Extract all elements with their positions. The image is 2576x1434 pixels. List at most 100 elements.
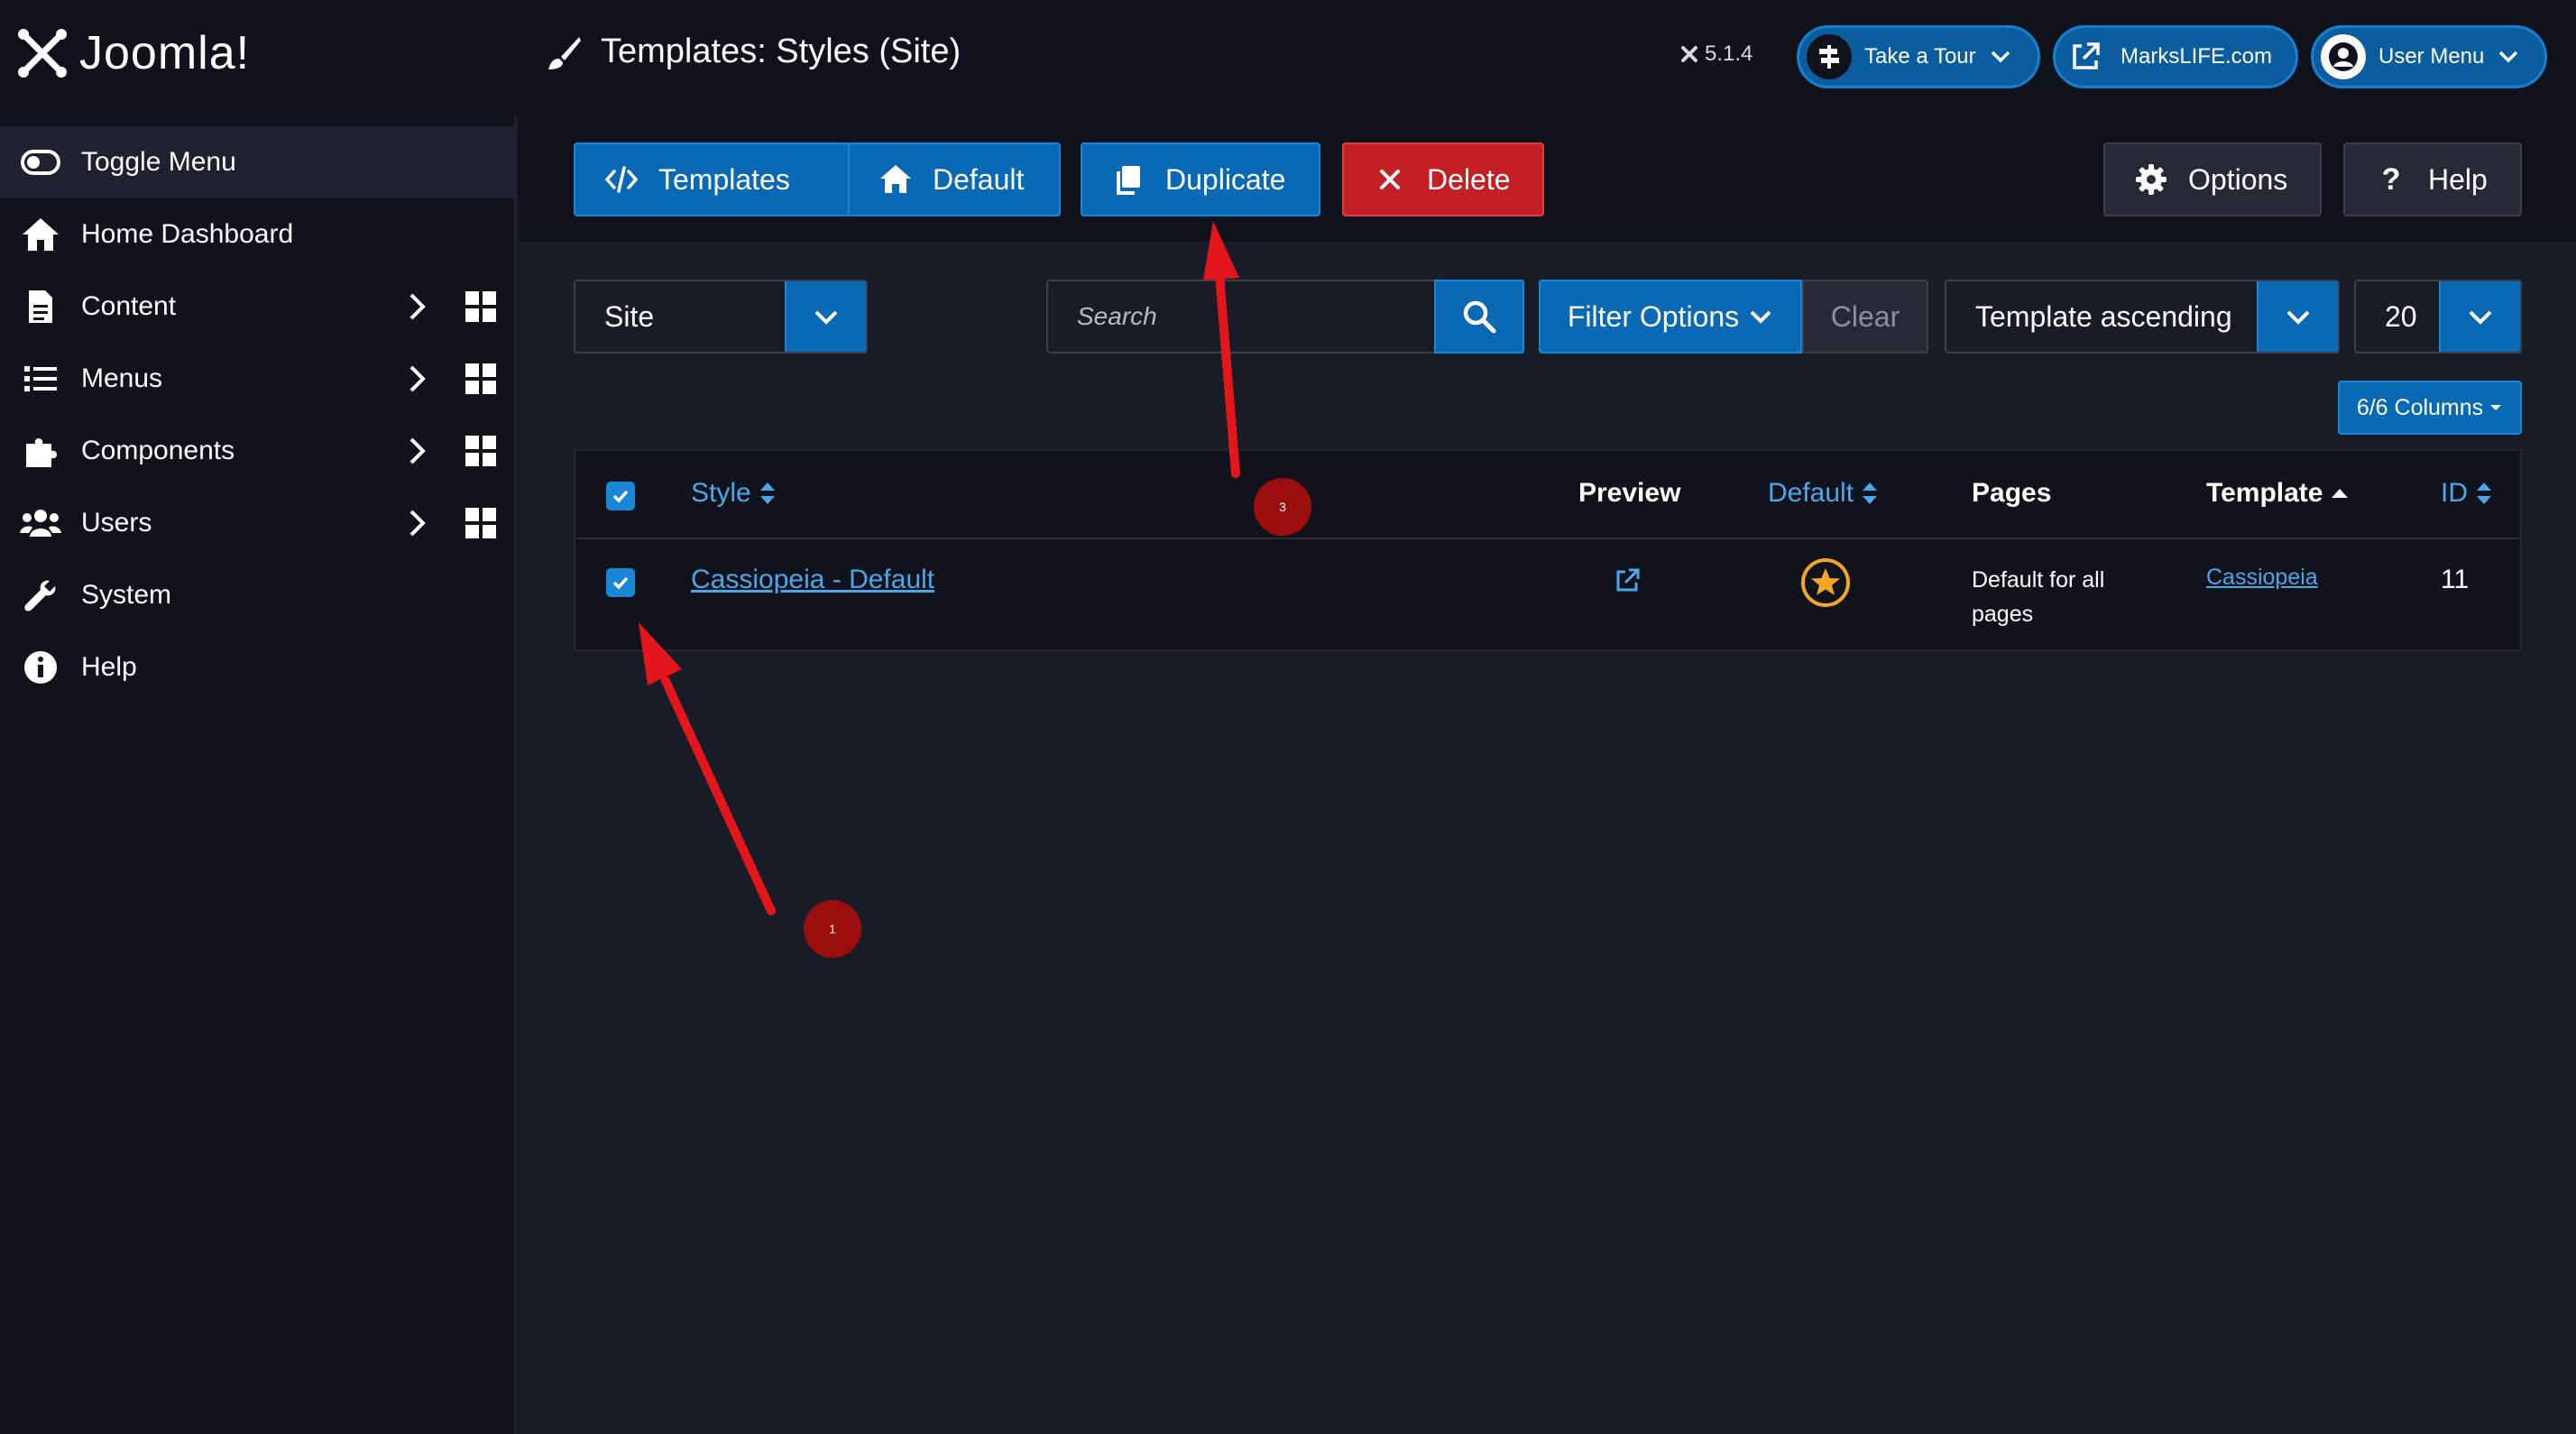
column-header-template-label: Template bbox=[2206, 478, 2323, 508]
joomla-logo[interactable]: Joomla! bbox=[14, 25, 250, 81]
sidebar-item-label: System bbox=[81, 580, 172, 610]
column-header-style-label: Style bbox=[691, 478, 751, 508]
column-header-pages: Pages bbox=[1972, 478, 2051, 509]
limit-select-value: 20 bbox=[2385, 299, 2417, 333]
options-button[interactable]: Options bbox=[2103, 142, 2322, 216]
sort-icon bbox=[1863, 483, 1878, 504]
dashboard-grid-icon[interactable] bbox=[464, 506, 498, 540]
client-select[interactable]: Site bbox=[574, 280, 868, 354]
user-avatar-icon bbox=[2321, 34, 2366, 79]
user-menu-button[interactable]: User Menu bbox=[2311, 25, 2547, 88]
table-row: Cassiopeia - Default Default for all pag… bbox=[575, 539, 2520, 651]
copy-icon bbox=[1117, 166, 1140, 195]
dashboard-grid-icon[interactable] bbox=[464, 290, 498, 324]
sidebar-item-label: Help bbox=[81, 652, 137, 682]
delete-button-label: Delete bbox=[1427, 162, 1511, 196]
sidebar-item-label: Home Dashboard bbox=[81, 219, 294, 249]
column-header-id[interactable]: ID bbox=[2441, 478, 2493, 509]
clear-button-label: Clear bbox=[1830, 299, 1900, 333]
column-header-style[interactable]: Style bbox=[691, 478, 777, 509]
chevron-down-icon bbox=[2439, 281, 2520, 352]
info-icon bbox=[20, 647, 61, 688]
help-button-label: Help bbox=[2428, 162, 2488, 196]
filter-options-button[interactable]: Filter Options bbox=[1539, 280, 1802, 354]
check-icon bbox=[612, 490, 629, 503]
dashboard-grid-icon[interactable] bbox=[464, 362, 498, 396]
styles-table: Style Preview Default Pages Template ID bbox=[574, 449, 2522, 651]
home-icon bbox=[880, 165, 911, 193]
chevron-right-icon[interactable] bbox=[402, 508, 433, 538]
limit-select[interactable]: 20 bbox=[2354, 280, 2522, 354]
take-tour-label: Take a Tour bbox=[1864, 44, 1976, 69]
sidebar-item-label: Components bbox=[81, 436, 235, 465]
code-icon bbox=[604, 166, 639, 193]
chevron-down-icon bbox=[2499, 51, 2518, 63]
chevron-right-icon[interactable] bbox=[402, 291, 433, 322]
user-menu-label: User Menu bbox=[2378, 44, 2485, 69]
template-link[interactable]: Cassiopeia bbox=[2206, 565, 2318, 591]
sidebar-item-toggle-menu[interactable]: Toggle Menu bbox=[0, 126, 514, 198]
columns-toggle-button[interactable]: 6/6 Columns bbox=[2338, 381, 2522, 435]
preview-external-link-icon[interactable] bbox=[1613, 566, 1642, 595]
duplicate-button-label: Duplicate bbox=[1165, 162, 1286, 196]
version-badge: 5.1.4 bbox=[1679, 41, 1753, 67]
logo-text: Joomla! bbox=[79, 27, 251, 79]
columns-toggle-label: 6/6 Columns bbox=[2356, 394, 2484, 420]
chevron-right-icon[interactable] bbox=[402, 363, 433, 394]
default-star-icon[interactable] bbox=[1800, 557, 1851, 608]
chevron-right-icon[interactable] bbox=[402, 436, 433, 466]
signpost-icon bbox=[1807, 34, 1852, 79]
sidebar-item-label: Menus bbox=[81, 363, 163, 393]
chevron-down-icon bbox=[2257, 281, 2338, 352]
sidebar: Toggle Menu Home Dashboard Content Menus… bbox=[0, 115, 516, 1434]
column-header-default[interactable]: Default bbox=[1768, 478, 1879, 509]
annotation-marker-3: 3 bbox=[1254, 478, 1311, 536]
sidebar-item-label: Content bbox=[81, 291, 177, 321]
home-icon bbox=[20, 214, 61, 255]
site-link-label: MarksLIFE.com bbox=[2121, 44, 2273, 69]
joomla-logo-icon bbox=[18, 29, 67, 78]
chevron-down-icon bbox=[785, 281, 866, 352]
help-button[interactable]: ? Help bbox=[2343, 142, 2522, 216]
annotation-arrow-1 bbox=[639, 622, 776, 915]
sidebar-item-users[interactable]: Users bbox=[0, 487, 514, 559]
templates-button[interactable]: Templates bbox=[574, 142, 851, 216]
sidebar-item-system[interactable]: System bbox=[0, 559, 514, 631]
external-link-icon bbox=[2063, 34, 2108, 79]
sidebar-item-content[interactable]: Content bbox=[0, 271, 514, 343]
select-all-checkbox[interactable] bbox=[606, 482, 635, 510]
sidebar-item-menus[interactable]: Menus bbox=[0, 343, 514, 415]
pages-cell-line-2: pages bbox=[1972, 602, 2034, 627]
column-header-template[interactable]: Template bbox=[2206, 478, 2350, 509]
sort-asc-icon bbox=[2332, 489, 2349, 498]
list-icon bbox=[20, 358, 61, 400]
default-button[interactable]: Default bbox=[848, 142, 1061, 216]
delete-button[interactable]: Delete bbox=[1342, 142, 1544, 216]
ordering-select[interactable]: Template ascending bbox=[1945, 280, 2340, 354]
clear-button[interactable]: Clear bbox=[1802, 280, 1928, 354]
duplicate-button[interactable]: Duplicate bbox=[1081, 142, 1320, 216]
id-cell: 11 bbox=[2441, 565, 2470, 594]
search-icon bbox=[1463, 300, 1496, 334]
sidebar-item-help[interactable]: Help bbox=[0, 631, 514, 703]
pages-cell: Default for all pages bbox=[1972, 563, 2152, 631]
file-icon bbox=[20, 286, 61, 327]
column-header-default-label: Default bbox=[1768, 478, 1854, 508]
take-tour-button[interactable]: Take a Tour bbox=[1797, 25, 2040, 88]
joomla-small-icon bbox=[1681, 46, 1697, 62]
sidebar-item-components[interactable]: Components bbox=[0, 415, 514, 487]
version-text: 5.1.4 bbox=[1705, 41, 1753, 66]
site-link-button[interactable]: MarksLIFE.com bbox=[2053, 25, 2298, 88]
style-name-link[interactable]: Cassiopeia - Default bbox=[691, 565, 934, 595]
sidebar-item-home-dashboard[interactable]: Home Dashboard bbox=[0, 198, 514, 271]
dashboard-grid-icon[interactable] bbox=[464, 434, 498, 468]
puzzle-icon bbox=[20, 430, 61, 472]
search-button[interactable] bbox=[1434, 280, 1524, 354]
toggle-icon bbox=[20, 142, 61, 183]
users-icon bbox=[20, 502, 61, 544]
row-checkbox[interactable] bbox=[606, 568, 635, 597]
sort-icon bbox=[759, 483, 775, 504]
caret-down-icon bbox=[2490, 405, 2502, 410]
check-icon bbox=[612, 576, 629, 590]
close-icon bbox=[1380, 170, 1400, 189]
